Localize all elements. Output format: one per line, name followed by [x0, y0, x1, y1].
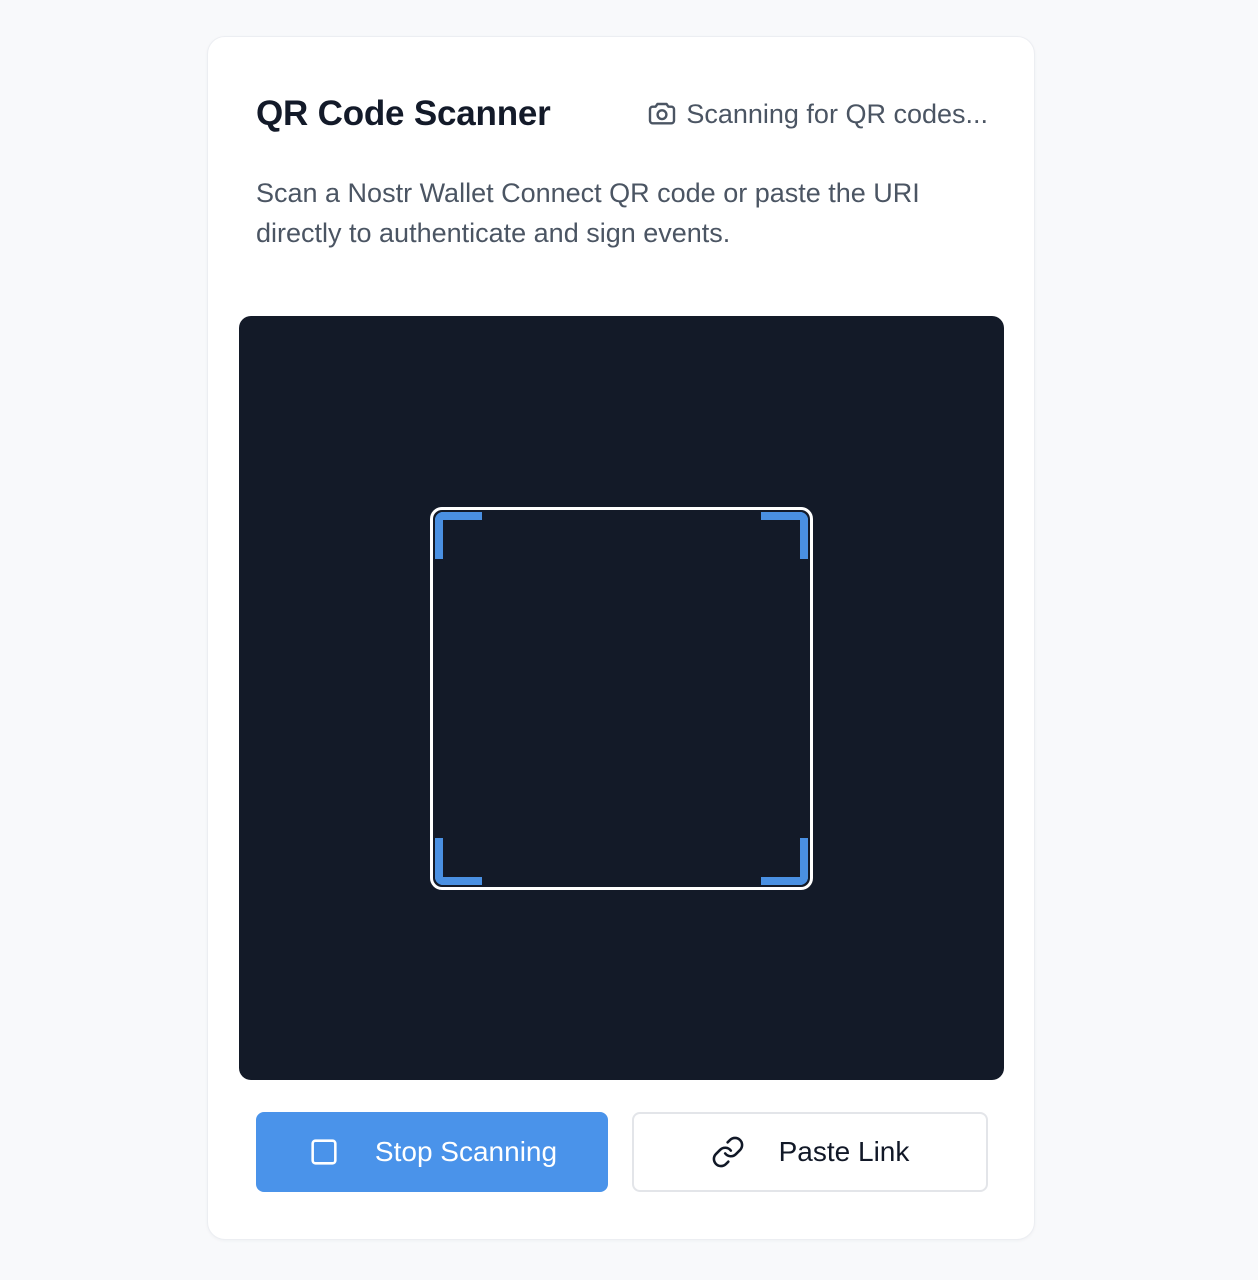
scan-corner-top-left [435, 512, 482, 559]
qr-scanner-card: QR Code Scanner Scanning for QR codes...… [207, 36, 1035, 1240]
stop-scanning-button[interactable]: Stop Scanning [256, 1112, 608, 1192]
scanner-actions: Stop Scanning Paste Link [256, 1112, 988, 1192]
scan-frame [430, 507, 813, 890]
scanner-description: Scan a Nostr Wallet Connect QR code or p… [256, 178, 920, 248]
camera-icon [646, 98, 678, 130]
scanning-status-text: Scanning for QR codes... [686, 98, 988, 129]
page-title: QR Code Scanner [256, 94, 551, 133]
camera-viewport [239, 316, 1004, 1080]
link-icon [711, 1135, 745, 1169]
scan-corner-bottom-left [435, 838, 482, 885]
stop-square-icon [307, 1135, 341, 1169]
scanning-status: Scanning for QR codes... [646, 98, 988, 130]
stop-scanning-label: Stop Scanning [374, 1136, 558, 1167]
scan-corner-bottom-right [761, 838, 808, 885]
paste-link-button[interactable]: Paste Link [632, 1112, 988, 1192]
card-header: QR Code Scanner Scanning for QR codes... [256, 89, 988, 139]
scan-corner-top-right [761, 512, 808, 559]
paste-link-label: Paste Link [778, 1136, 910, 1167]
